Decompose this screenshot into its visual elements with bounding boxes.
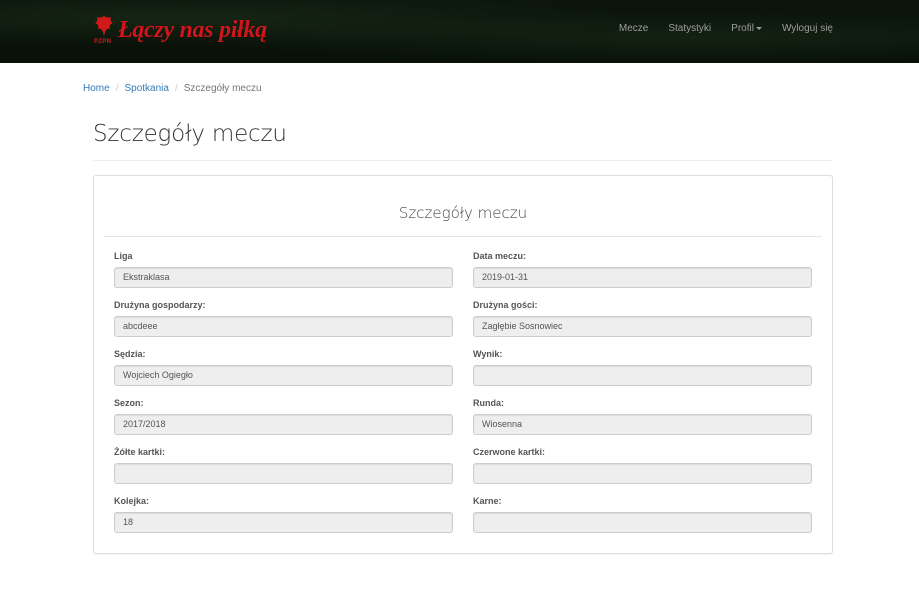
field-label: Drużyna gospodarzy: bbox=[114, 300, 206, 310]
field-label: Karne: bbox=[473, 496, 502, 506]
nav-item-profil[interactable]: Profil bbox=[721, 23, 772, 35]
nav-item-profil-label: Profil bbox=[731, 23, 754, 34]
breadcrumb-home[interactable]: Home bbox=[83, 83, 110, 94]
title-divider bbox=[93, 160, 832, 161]
field-liga: Liga Ekstraklasa bbox=[114, 250, 453, 288]
field-wynik: Wynik: bbox=[473, 348, 812, 386]
wynik-input[interactable] bbox=[473, 365, 812, 386]
data-meczu-input[interactable]: 2019-01-31 bbox=[473, 267, 812, 288]
nav-item-mecze[interactable]: Mecze bbox=[609, 23, 658, 35]
field-label: Liga bbox=[114, 251, 133, 261]
druzyna-gospodarzy-input[interactable]: abcdeee bbox=[114, 316, 453, 337]
field-label: Data meczu: bbox=[473, 251, 527, 261]
field-druzyna-gospodarzy: Drużyna gospodarzy: abcdeee bbox=[114, 299, 453, 337]
field-label: Sezon: bbox=[114, 398, 144, 408]
druzyna-gosci-input[interactable]: Zagłębie Sosnowiec bbox=[473, 316, 812, 337]
nav-item-wyloguj[interactable]: Wyloguj się bbox=[772, 23, 833, 35]
field-label: Sędzia: bbox=[114, 349, 146, 359]
liga-input[interactable]: Ekstraklasa bbox=[114, 267, 453, 288]
breadcrumb: Home / Spotkania / Szczegóły meczu bbox=[83, 83, 262, 94]
field-czerwone-kartki: Czerwone kartki: bbox=[473, 446, 812, 484]
field-label: Drużyna gości: bbox=[473, 300, 538, 310]
field-data-meczu: Data meczu: 2019-01-31 bbox=[473, 250, 812, 288]
kolejka-input[interactable]: 18 bbox=[114, 512, 453, 533]
brand-name: Łączy nas piłką bbox=[118, 17, 267, 43]
breadcrumb-current: Szczegóły meczu bbox=[183, 83, 262, 94]
field-karne: Karne: bbox=[473, 495, 812, 533]
field-druzyna-gosci: Drużyna gości: Zagłębie Sosnowiec bbox=[473, 299, 812, 337]
field-zolte-kartki: Żółte kartki: bbox=[114, 446, 453, 484]
breadcrumb-separator: / bbox=[115, 83, 119, 94]
breadcrumb-spotkania[interactable]: Spotkania bbox=[124, 83, 168, 94]
field-kolejka: Kolejka: 18 bbox=[114, 495, 453, 533]
czerwone-kartki-input[interactable] bbox=[473, 463, 812, 484]
sedzia-input[interactable]: Wojciech Ogiegło bbox=[114, 365, 453, 386]
nav-item-statystyki[interactable]: Statystyki bbox=[658, 23, 721, 35]
panel-divider bbox=[104, 236, 822, 237]
caret-down-icon bbox=[755, 26, 762, 30]
karne-input[interactable] bbox=[473, 512, 812, 533]
zolte-kartki-input[interactable] bbox=[114, 463, 453, 484]
page-title: Szczegóły meczu bbox=[93, 121, 287, 147]
runda-input[interactable]: Wiosenna bbox=[473, 414, 812, 435]
field-label: Żółte kartki: bbox=[114, 447, 166, 457]
field-label: Wynik: bbox=[473, 349, 503, 359]
breadcrumb-separator: / bbox=[174, 83, 178, 94]
field-label: Czerwone kartki: bbox=[473, 447, 546, 457]
panel-title: Szczegóły meczu bbox=[398, 204, 528, 222]
field-label: Runda: bbox=[473, 398, 504, 408]
field-runda: Runda: Wiosenna bbox=[473, 397, 812, 435]
main-nav: Mecze Statystyki Profil Wyloguj się bbox=[609, 23, 833, 35]
sezon-input[interactable]: 2017/2018 bbox=[114, 414, 453, 435]
emblem-text: PZPN bbox=[94, 39, 112, 45]
field-sedzia: Sędzia: Wojciech Ogiegło bbox=[114, 348, 453, 386]
match-details-panel: Szczegóły meczu Liga Ekstraklasa Data me… bbox=[93, 175, 833, 554]
field-sezon: Sezon: 2017/2018 bbox=[114, 397, 453, 435]
navbar: PZPN Łączy nas piłką Mecze Statystyki Pr… bbox=[0, 0, 919, 63]
field-label: Kolejka: bbox=[114, 496, 150, 506]
